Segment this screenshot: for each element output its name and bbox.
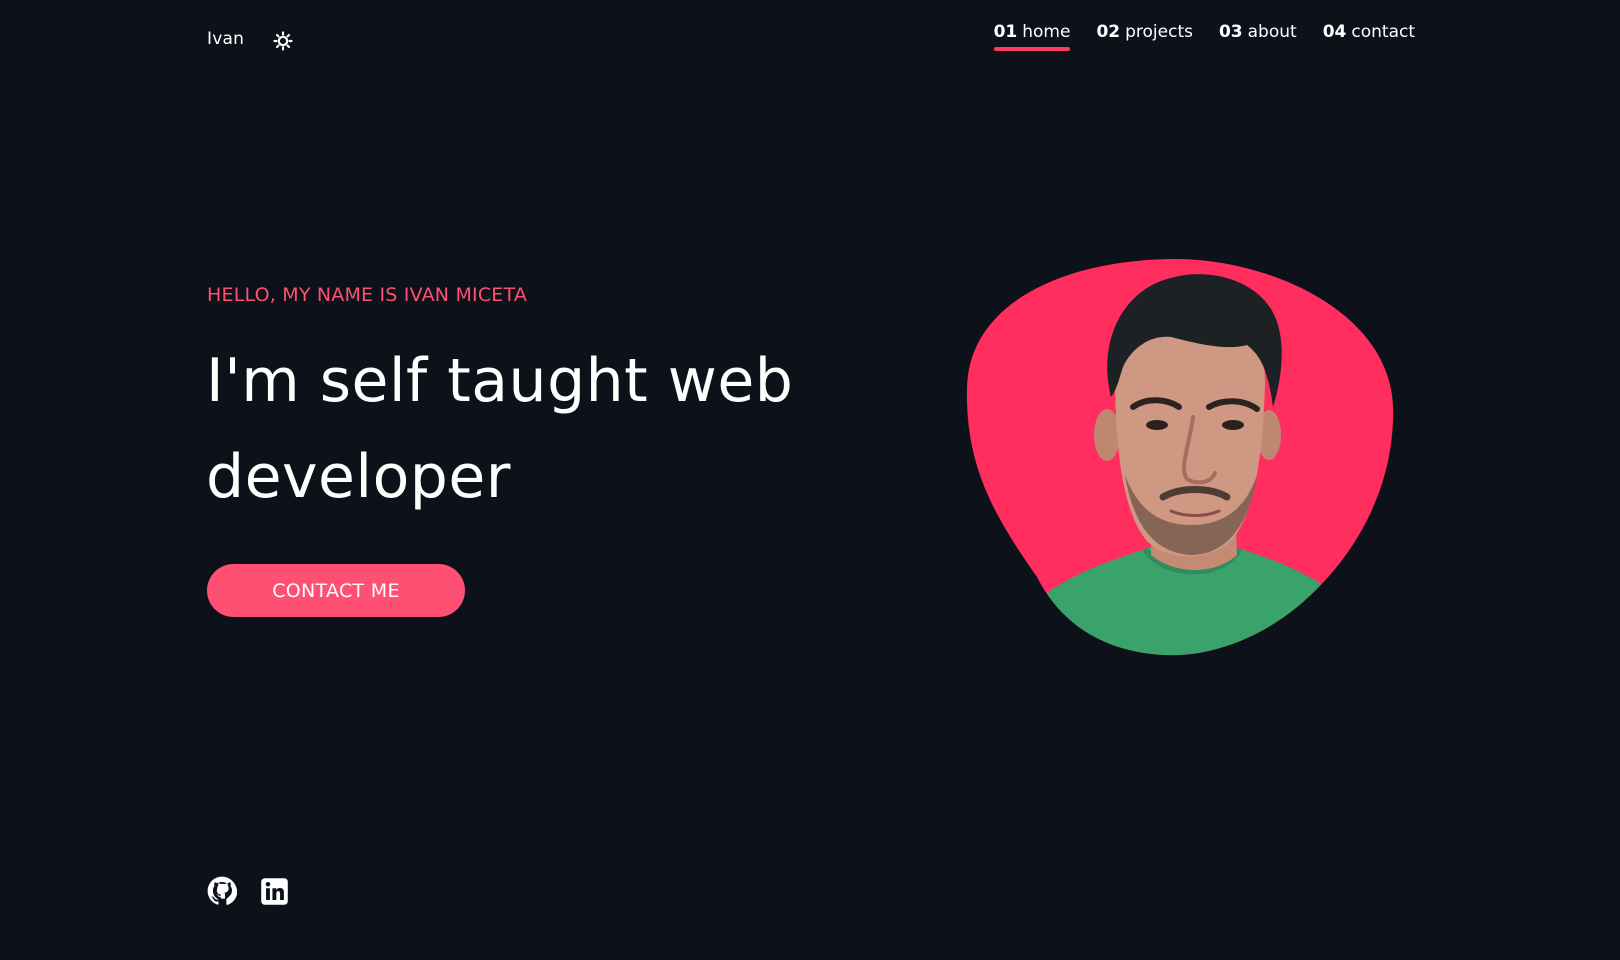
linkedin-icon (260, 877, 288, 905)
github-icon (207, 876, 237, 905)
main-nav: 01 home 02 projects 03 about 04 contact (993, 22, 1415, 51)
nav-item-number: 01 (993, 22, 1018, 42)
nav-item-label: projects (1125, 22, 1193, 42)
page: Ivan 01 home 02 projects 03 about 04 con… (0, 0, 1620, 960)
nav-item-number: 03 (1218, 22, 1243, 42)
github-link[interactable] (206, 875, 238, 907)
hero-headline: I'm self taught web developer (206, 346, 794, 512)
contact-me-button[interactable]: CONTACT ME (207, 564, 465, 617)
social-links (206, 875, 290, 907)
linkedin-link[interactable] (258, 875, 290, 907)
theme-toggle-button[interactable] (272, 30, 294, 52)
nav-item-number: 02 (1096, 22, 1121, 42)
nav-item-contact[interactable]: 04 contact (1323, 22, 1415, 51)
site-header: Ivan 01 home 02 projects 03 about 04 con… (0, 0, 1620, 80)
hero-eyebrow: HELLO, MY NAME IS IVAN MICETA (207, 284, 528, 306)
nav-item-projects[interactable]: 02 projects (1096, 22, 1193, 51)
brand-logo[interactable]: Ivan (207, 29, 244, 49)
active-nav-indicator (993, 47, 1071, 51)
profile-photo (965, 257, 1395, 657)
nav-item-label: home (1022, 22, 1071, 42)
nav-item-label: contact (1351, 22, 1415, 42)
nav-item-about[interactable]: 03 about (1219, 22, 1297, 51)
nav-item-home[interactable]: 01 home (993, 22, 1071, 51)
nav-item-label: about (1247, 22, 1297, 42)
nav-item-number: 04 (1322, 22, 1347, 42)
sun-icon (273, 31, 293, 51)
